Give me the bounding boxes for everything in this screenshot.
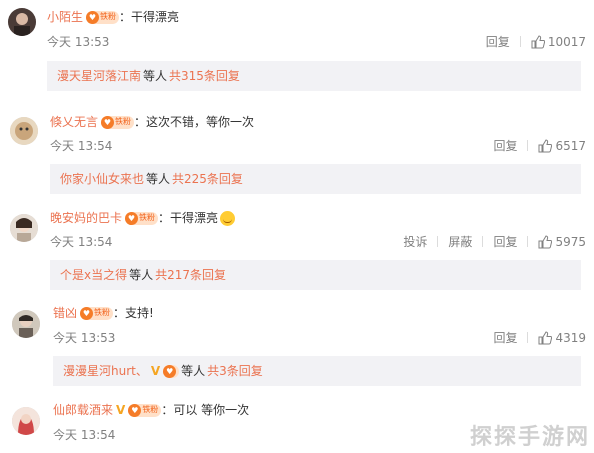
heart-icon: ♥ — [125, 211, 139, 225]
reply-summary[interactable]: 漫天星河落江南 等人 共315条回复 — [47, 61, 581, 91]
reply-summary[interactable]: 漫漫星河hurt、 V ♥ 等人 共3条回复 — [53, 356, 581, 386]
username[interactable]: 晚安妈的巴卡 — [50, 210, 122, 226]
block-button[interactable]: 屏蔽 — [448, 233, 472, 250]
reply-mid-text: 等人 — [129, 268, 154, 282]
heart-icon: ♥ — [80, 306, 94, 320]
fan-badge-label: 铁粉 — [100, 12, 117, 21]
reply-summary[interactable]: 你家小仙女来也 等人 共225条回复 — [50, 164, 581, 194]
avatar[interactable] — [10, 117, 38, 145]
reply-button[interactable]: 回复 — [493, 137, 517, 154]
comment-text: 可以 等你一次 — [173, 403, 250, 417]
username[interactable]: 错凶 — [53, 305, 77, 321]
reply-user[interactable]: 漫天星河落江南 — [57, 61, 141, 91]
smile-emoji-icon — [220, 210, 236, 226]
comment-time: 今天 13:54 — [50, 235, 113, 249]
comment-time: 今天 13:53 — [53, 331, 116, 345]
fan-badge-label: 铁粉 — [142, 405, 159, 414]
heart-icon: ♥ — [163, 364, 177, 378]
comment-text: 这次不错，等你一次 — [146, 115, 255, 129]
fan-badge: ♥ 铁粉 — [128, 403, 162, 417]
fan-badge-label: 铁粉 — [94, 308, 111, 317]
like-count: 10017 — [547, 34, 586, 49]
divider — [519, 36, 521, 47]
username[interactable]: 小陌生 — [47, 9, 83, 25]
fan-badge-label: 铁粉 — [139, 213, 156, 222]
comment-time: 今天 13:53 — [47, 35, 110, 49]
like-button[interactable]: 4319 — [538, 331, 586, 345]
reply-count-link[interactable]: 共3条回复 — [207, 356, 263, 386]
avatar[interactable] — [12, 407, 40, 435]
avatar[interactable] — [8, 8, 36, 36]
reply-user[interactable]: 漫漫星河hurt、 — [63, 356, 148, 386]
comment-time: 今天 13:54 — [53, 428, 116, 442]
fan-badge: ♥ 铁粉 — [86, 10, 120, 24]
like-count: 4319 — [555, 330, 586, 345]
reply-button[interactable]: 回复 — [493, 233, 517, 250]
reply-mid-text: 等人 — [181, 364, 206, 378]
username[interactable]: 倏乂无言 — [50, 114, 98, 130]
fan-badge: ♥ 铁粉 — [125, 211, 159, 225]
like-button[interactable]: 5975 — [538, 235, 586, 249]
like-button[interactable]: 6517 — [538, 139, 586, 153]
divider — [482, 236, 484, 247]
vip-badge-icon: V — [150, 364, 161, 378]
reply-count-link[interactable]: 共217条回复 — [155, 260, 226, 290]
thumbs-up-icon — [538, 138, 553, 152]
fan-badge-label: 铁粉 — [115, 117, 132, 126]
reply-button[interactable]: 回复 — [486, 33, 510, 50]
heart-icon: ♥ — [128, 403, 142, 417]
watermark: 探探手游网 — [469, 425, 590, 450]
reply-count-link[interactable]: 共225条回复 — [172, 164, 243, 194]
reply-button[interactable]: 回复 — [493, 329, 517, 346]
reply-user[interactable]: 你家小仙女来也 — [60, 164, 144, 194]
avatar[interactable] — [12, 310, 40, 338]
thumbs-up-icon — [538, 234, 553, 248]
thumbs-up-icon — [531, 34, 545, 48]
fan-badge: ♥ 铁粉 — [80, 306, 114, 320]
reply-summary[interactable]: 个是x当之得 等人 共217条回复 — [50, 260, 581, 290]
fan-badge: ♥ 铁粉 — [101, 115, 135, 129]
reply-user[interactable]: 个是x当之得 — [60, 260, 127, 290]
heart-icon: ♥ — [101, 115, 115, 129]
divider — [437, 236, 439, 247]
username[interactable]: 仙郎载酒来 — [53, 402, 113, 418]
reply-count-link[interactable]: 共315条回复 — [169, 61, 240, 91]
divider — [527, 140, 529, 151]
comment-text: 干得漂亮 — [170, 211, 219, 225]
comment-text: 支持! — [125, 306, 154, 320]
fan-badge: ♥ — [163, 364, 180, 378]
report-button[interactable]: 投诉 — [403, 233, 427, 250]
like-count: 6517 — [555, 138, 586, 153]
comment-text: 干得漂亮 — [131, 10, 180, 24]
reply-mid-text: 等人 — [146, 172, 171, 186]
vip-badge-icon: V — [116, 403, 126, 417]
comment-time: 今天 13:54 — [50, 139, 113, 153]
divider — [527, 332, 529, 343]
like-button[interactable]: 10017 — [531, 35, 586, 49]
reply-mid-text: 等人 — [143, 69, 168, 83]
divider — [527, 236, 529, 247]
thumbs-up-icon — [538, 330, 553, 344]
avatar[interactable] — [10, 214, 38, 242]
like-count: 5975 — [555, 234, 586, 249]
heart-icon: ♥ — [86, 10, 100, 24]
